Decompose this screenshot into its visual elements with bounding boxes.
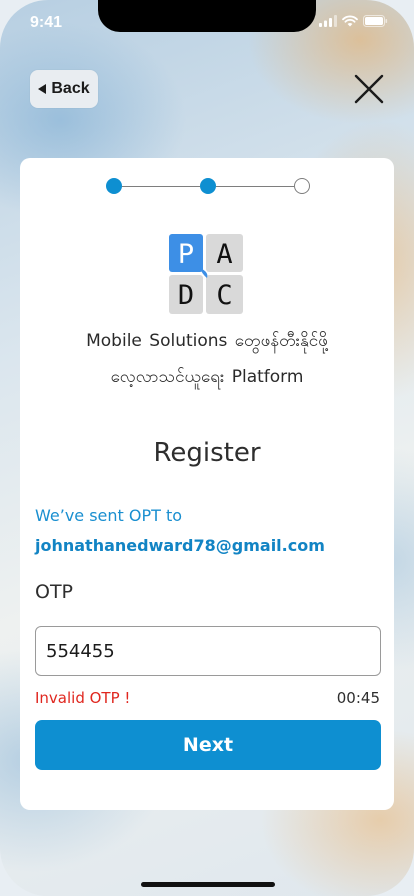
next-button[interactable]: Next [35, 720, 381, 770]
triangle-left-icon [38, 84, 47, 94]
otp-error-message: Invalid OTP ! [35, 689, 131, 707]
signal-icon [319, 15, 337, 27]
wifi-icon [342, 15, 358, 27]
battery-icon [363, 15, 388, 27]
padc-logo: P A D C [169, 234, 243, 314]
status-time: 9:41 [30, 14, 63, 31]
otp-input[interactable] [35, 626, 381, 676]
home-indicator [141, 882, 275, 887]
tagline-line-1: Mobile Solutions တွေဖန်တီးနိုင်ဖို့ [86, 331, 328, 351]
step-3-dot [294, 178, 310, 194]
logo-letter-d: D [178, 280, 194, 311]
resend-timer: 00:45 [336, 689, 380, 707]
otp-sent-label: We’ve sent OPT to [35, 506, 183, 525]
step-connector-1 [122, 185, 200, 187]
phone-screen: 9:41 Back P A D C Mobile Solutions တွေဖန… [0, 0, 414, 896]
logo-letter-p: P [178, 239, 194, 270]
otp-field-label: OTP [35, 581, 74, 603]
close-button[interactable] [352, 72, 386, 106]
tagline-line-2: လေ့လာသင်ယူရေး Platform [110, 367, 304, 387]
close-x-icon [354, 74, 384, 104]
status-icons [319, 15, 388, 27]
notch [98, 0, 316, 32]
back-button-label: Back [51, 80, 90, 97]
progress-stepper [106, 178, 310, 194]
otp-email: johnathanedward78@gmail.com [35, 536, 325, 555]
back-button[interactable]: Back [30, 70, 98, 108]
step-1-dot [106, 178, 122, 194]
register-card: P A D C Mobile Solutions တွေဖန်တီးနိုင်ဖ… [20, 158, 394, 810]
step-connector-2 [216, 185, 294, 187]
page-title: Register [153, 438, 261, 468]
logo-letter-a: A [216, 239, 232, 270]
step-2-dot [200, 178, 216, 194]
logo-letter-c: C [216, 280, 232, 311]
